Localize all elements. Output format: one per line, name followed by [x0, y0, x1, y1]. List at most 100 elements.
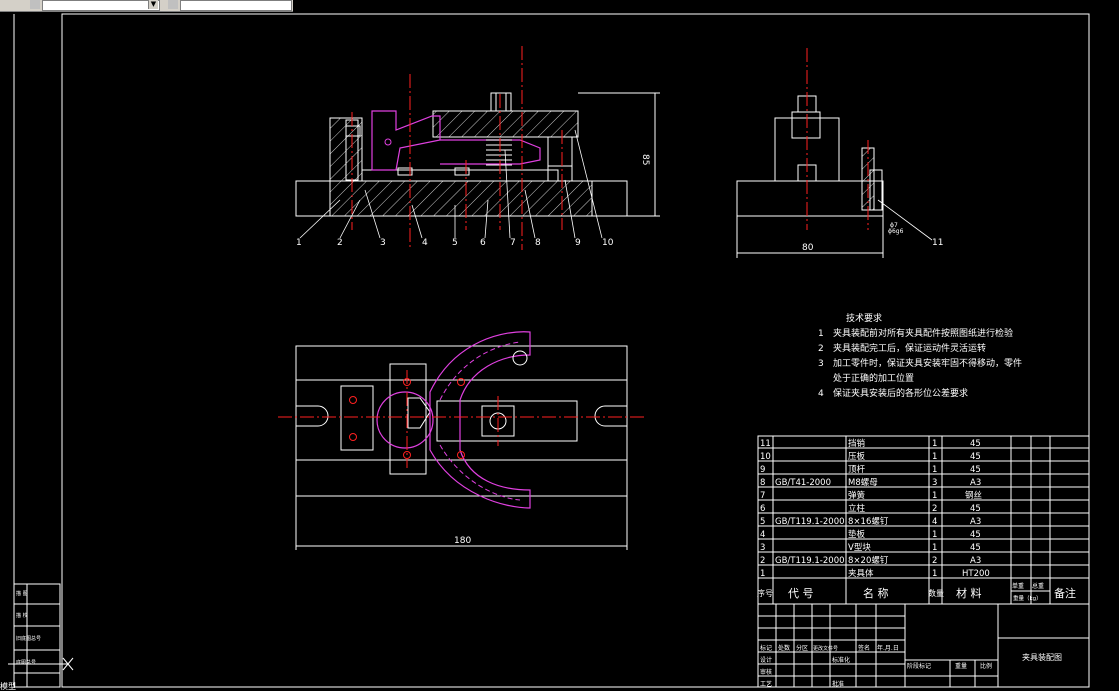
style-combo[interactable]	[180, 0, 292, 11]
dim-tol-bottom: ϕ6g6	[888, 228, 904, 235]
bom-mat: 45	[970, 543, 981, 553]
bom-no: 8	[760, 478, 765, 488]
bom-qty: 1	[932, 465, 937, 475]
bom-name: 压板	[848, 451, 866, 462]
bom-header-mat: 材 料	[956, 586, 982, 600]
bom-no: 7	[760, 491, 765, 501]
tb-audit: 审核	[760, 668, 772, 676]
bom-no: 6	[760, 504, 765, 514]
bom-code: GB/T41-2000	[775, 478, 831, 488]
top-view: 180	[278, 331, 645, 550]
balloon-7: 7	[510, 238, 516, 248]
chevron-down-icon[interactable]: ▼	[148, 0, 158, 9]
tb-drawing-name: 夹具装配图	[1022, 652, 1062, 662]
bom-header-wt3: 重量（kg）	[1013, 594, 1042, 602]
stamp-cell: 描 校	[16, 612, 28, 619]
bom-qty: 1	[932, 491, 937, 501]
front-view: 85	[295, 46, 660, 250]
bom-mat: 45	[970, 465, 981, 475]
bom-qty: 1	[932, 569, 937, 579]
bom-header-qty: 数量	[928, 588, 944, 598]
bom-name: 弹簧	[848, 490, 866, 501]
bom-name: 立柱	[848, 503, 866, 514]
bom-mat: 45	[970, 452, 981, 462]
left-stamp-labels: 描 图 描 校 旧底图总号 底图总号	[16, 590, 41, 666]
tb-design: 设计	[760, 656, 772, 664]
tb-count: 处数	[778, 644, 790, 652]
tech-req-num-2: 2	[818, 344, 824, 354]
tech-req-title: 技术要求	[846, 312, 882, 324]
bom-mat: 45	[970, 504, 981, 514]
cad-drawing-canvas[interactable]: 85 1 2 3 4 5 6 7 8 9 10 11 80 ϕ7 ϕ6g6 18…	[0, 11, 1119, 691]
layer-combo[interactable]	[42, 0, 160, 11]
dim-length: 180	[454, 536, 471, 546]
layer-icon[interactable]	[30, 0, 40, 9]
tb-craft: 工艺	[760, 680, 772, 688]
balloon-9: 9	[575, 238, 581, 248]
model-tab-label: 模型	[0, 682, 16, 691]
stamp-cell: 旧底图总号	[16, 635, 41, 642]
bom-qty: 2	[932, 504, 937, 514]
bom-mat: A3	[970, 556, 981, 566]
style-icon[interactable]	[168, 0, 178, 9]
tb-scale: 比例	[980, 662, 992, 670]
bom-no: 1	[760, 569, 765, 579]
bom-name: 顶杆	[848, 464, 866, 475]
balloon-labels: 1 2 3 4 5 6 7 8 9 10 11	[296, 238, 943, 248]
bom-qty: 4	[932, 517, 937, 527]
bom-name: V型块	[848, 542, 871, 553]
model-tab[interactable]: 模型	[0, 683, 130, 691]
bom-qty: 1	[932, 530, 937, 540]
balloon-4: 4	[422, 238, 428, 248]
bom-header-remark: 备注	[1054, 586, 1076, 600]
bom-mat: 钢丝	[965, 490, 983, 501]
bom-no: 9	[760, 465, 765, 475]
bom-name: 夹具体	[848, 568, 874, 579]
bom-no: 4	[760, 530, 765, 540]
bom-header-wt2: 总重	[1032, 582, 1044, 590]
bom-qty: 2	[932, 556, 937, 566]
tb-sign: 签名	[858, 644, 870, 652]
bom-code: GB/T119.1-2000	[775, 517, 845, 527]
bom-mat: 45	[970, 530, 981, 540]
tech-requirements: 技术要求 1 夹具装配前对所有夹具配件按照图纸进行检验 2 夹具装配完工后，保证…	[818, 312, 1022, 399]
tech-req-num-1: 1	[818, 329, 824, 339]
bom-no: 11	[760, 439, 771, 449]
balloon-3: 3	[380, 238, 386, 248]
balloon-10: 10	[602, 238, 614, 248]
tb-mark: 标记	[760, 644, 772, 652]
tech-req-text-3: 加工零件时，保证夹具安装牢固不得移动，零件	[833, 357, 1022, 369]
bom-qty: 1	[932, 439, 937, 449]
bom-header-no: 序号	[757, 588, 773, 598]
bom-name: 8×16螺钉	[848, 516, 889, 527]
balloon-5: 5	[452, 238, 458, 248]
balloon-6: 6	[480, 238, 486, 248]
bom-mat: A3	[970, 517, 981, 527]
balloon-11: 11	[932, 238, 943, 248]
tech-req-text-3b: 处于正确的加工位置	[833, 372, 914, 384]
bom-mat: 45	[970, 439, 981, 449]
balloon-8: 8	[535, 238, 541, 248]
tb-stage: 阶段标记	[907, 662, 931, 670]
tb-zone: 分区	[796, 644, 808, 652]
tb-weight: 重量	[955, 662, 967, 670]
tech-req-text-1: 夹具装配前对所有夹具配件按照图纸进行检验	[833, 327, 1013, 339]
tech-req-num-3: 3	[818, 359, 824, 369]
dim-width: 80	[802, 243, 814, 253]
tech-req-text-2: 夹具装配完工后，保证运动件灵活运转	[833, 342, 986, 354]
tb-standard: 标准化	[832, 656, 850, 664]
bom-no: 5	[760, 517, 765, 527]
bom-qty: 1	[932, 452, 937, 462]
bom-header-code: 代 号	[788, 587, 814, 600]
balloon-2: 2	[337, 238, 343, 248]
tb-date: 年.月.日	[877, 644, 899, 652]
bom-name: 8×20螺钉	[848, 555, 889, 566]
stamp-cell: 描 图	[16, 590, 28, 597]
bom-mat: HT200	[962, 569, 990, 579]
dim-height: 85	[640, 154, 650, 165]
bom-header-wt1: 单重	[1012, 582, 1024, 590]
bom-code: GB/T119.1-2000	[775, 556, 845, 566]
bom-qty: 3	[932, 478, 937, 488]
bom-header-name: 名 称	[863, 586, 889, 600]
bom-mat: A3	[970, 478, 981, 488]
